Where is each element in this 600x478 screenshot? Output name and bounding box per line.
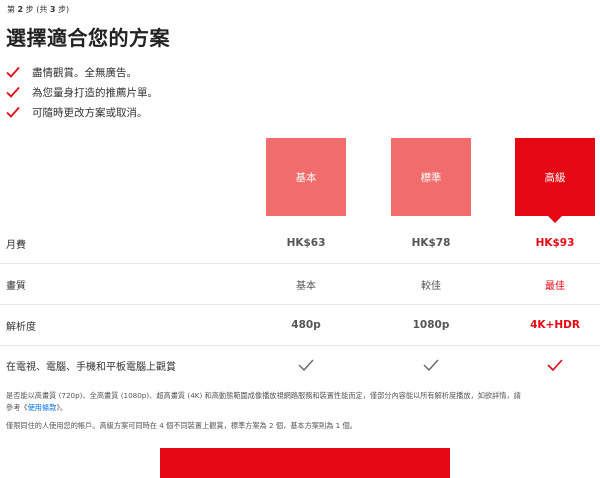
resolution-basic: 480p	[291, 319, 321, 331]
quality-premium: 最佳	[545, 280, 565, 292]
terms-of-use-link[interactable]: 使用條款	[28, 403, 57, 412]
step-prefix: 第	[7, 5, 15, 14]
plan-name-basic: 基本	[295, 171, 317, 184]
resolution-label: 解析度	[6, 321, 36, 333]
household-note: 僅限同住的人使用您的帳戶。高級方案可同時在 4 個不同裝置上觀賞，標準方案為 2…	[6, 421, 357, 430]
check-icon	[6, 86, 20, 98]
resolution-standard: 1080p	[412, 319, 450, 331]
resolution-note-text: 是否能以高畫質 (720p)、全高畫質 (1080p)、超高畫質 (4K) 和高…	[6, 391, 521, 412]
price-premium: HK$93	[535, 237, 575, 249]
step-total: 3	[49, 5, 56, 14]
plan-card-basic[interactable]: 基本	[266, 138, 346, 216]
plan-card-premium[interactable]: 高級	[515, 138, 595, 223]
resolution-premium: 4K+HDR	[530, 319, 580, 331]
devices-label: 在電視、電腦、手機和平板電腦上觀賞	[6, 361, 176, 373]
step-current: 2	[17, 5, 24, 14]
next-button[interactable]	[160, 448, 450, 478]
quality-basic: 基本	[296, 280, 316, 292]
price-basic: HK$63	[286, 237, 326, 249]
quality-row: 畫質 基本 較佳 最佳	[0, 264, 600, 305]
resolution-note: 是否能以高畫質 (720p)、全高畫質 (1080p)、超高畫質 (4K) 和高…	[6, 390, 526, 414]
price-label: 月費	[6, 239, 26, 251]
step-suffix: 步)	[58, 5, 70, 14]
resolution-row: 解析度 480p 1080p 4K+HDR	[0, 305, 600, 346]
benefit-text: 盡情觀賞。全無廣告。	[32, 66, 137, 79]
quality-label: 畫質	[6, 280, 26, 292]
benefit-item: 為您量身打造的推薦片單。	[6, 82, 158, 102]
price-row: 月費 HK$63 HK$78 HK$93	[0, 223, 600, 264]
benefit-text: 為您量身打造的推薦片單。	[32, 86, 158, 99]
check-icon	[261, 345, 351, 385]
price-standard: HK$78	[411, 237, 451, 249]
page-title: 選擇適合您的方案	[6, 26, 170, 50]
resolution-note-end: 》。	[56, 403, 68, 412]
quality-standard: 較佳	[421, 280, 441, 292]
devices-row: 在電視、電腦、手機和平板電腦上觀賞	[0, 345, 600, 385]
check-icon	[510, 345, 600, 385]
step-middle: 步 (共	[25, 5, 48, 14]
benefit-item: 盡情觀賞。全無廣告。	[6, 62, 158, 82]
check-icon	[386, 345, 476, 385]
benefits-list: 盡情觀賞。全無廣告。 為您量身打造的推薦片單。 可隨時更改方案或取消。	[6, 62, 158, 122]
plan-name-premium: 高級	[544, 171, 566, 184]
step-indicator: 第 2 步 (共 3 步)	[7, 4, 69, 15]
plan-name-standard: 標準	[420, 171, 442, 184]
benefit-text: 可隨時更改方案或取消。	[32, 106, 148, 119]
check-icon	[6, 66, 20, 78]
plan-card-standard[interactable]: 標準	[391, 138, 471, 216]
benefit-item: 可隨時更改方案或取消。	[6, 102, 158, 122]
check-icon	[6, 106, 20, 118]
